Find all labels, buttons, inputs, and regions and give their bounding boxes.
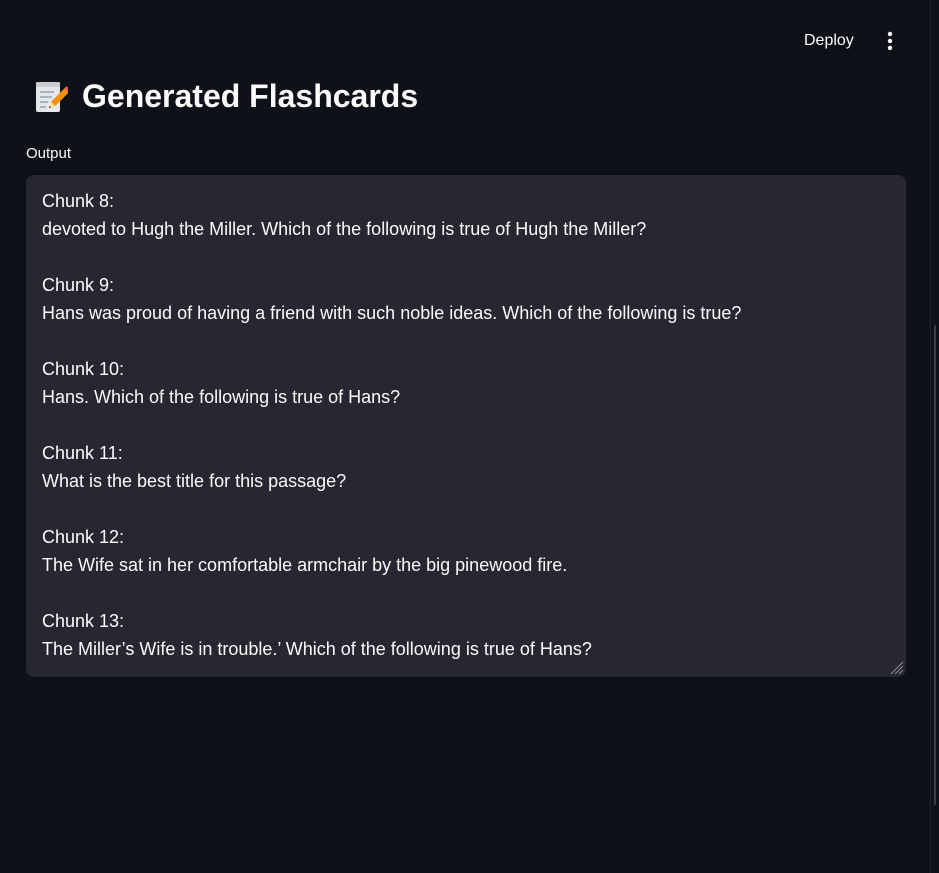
output-textarea[interactable]: Chunk 8: devoted to Hugh the Miller. Whi… [26, 175, 906, 677]
output-label: Output [26, 145, 72, 162]
main-menu-button[interactable] [876, 26, 904, 56]
resize-handle-icon[interactable] [888, 659, 904, 675]
app-root: Deploy Generated Flashcards Output Chunk… [0, 0, 939, 873]
more-vertical-icon [887, 31, 893, 51]
memo-icon [36, 81, 68, 112]
page-title-row: Generated Flashcards [32, 78, 418, 115]
scrollbar-thumb[interactable] [934, 325, 936, 805]
deploy-button[interactable]: Deploy [796, 28, 862, 54]
output-text[interactable]: Chunk 8: devoted to Hugh the Miller. Whi… [42, 187, 890, 663]
page-title: Generated Flashcards [82, 78, 419, 114]
app-header: Deploy [0, 0, 939, 80]
scrollbar-track[interactable] [930, 0, 939, 873]
